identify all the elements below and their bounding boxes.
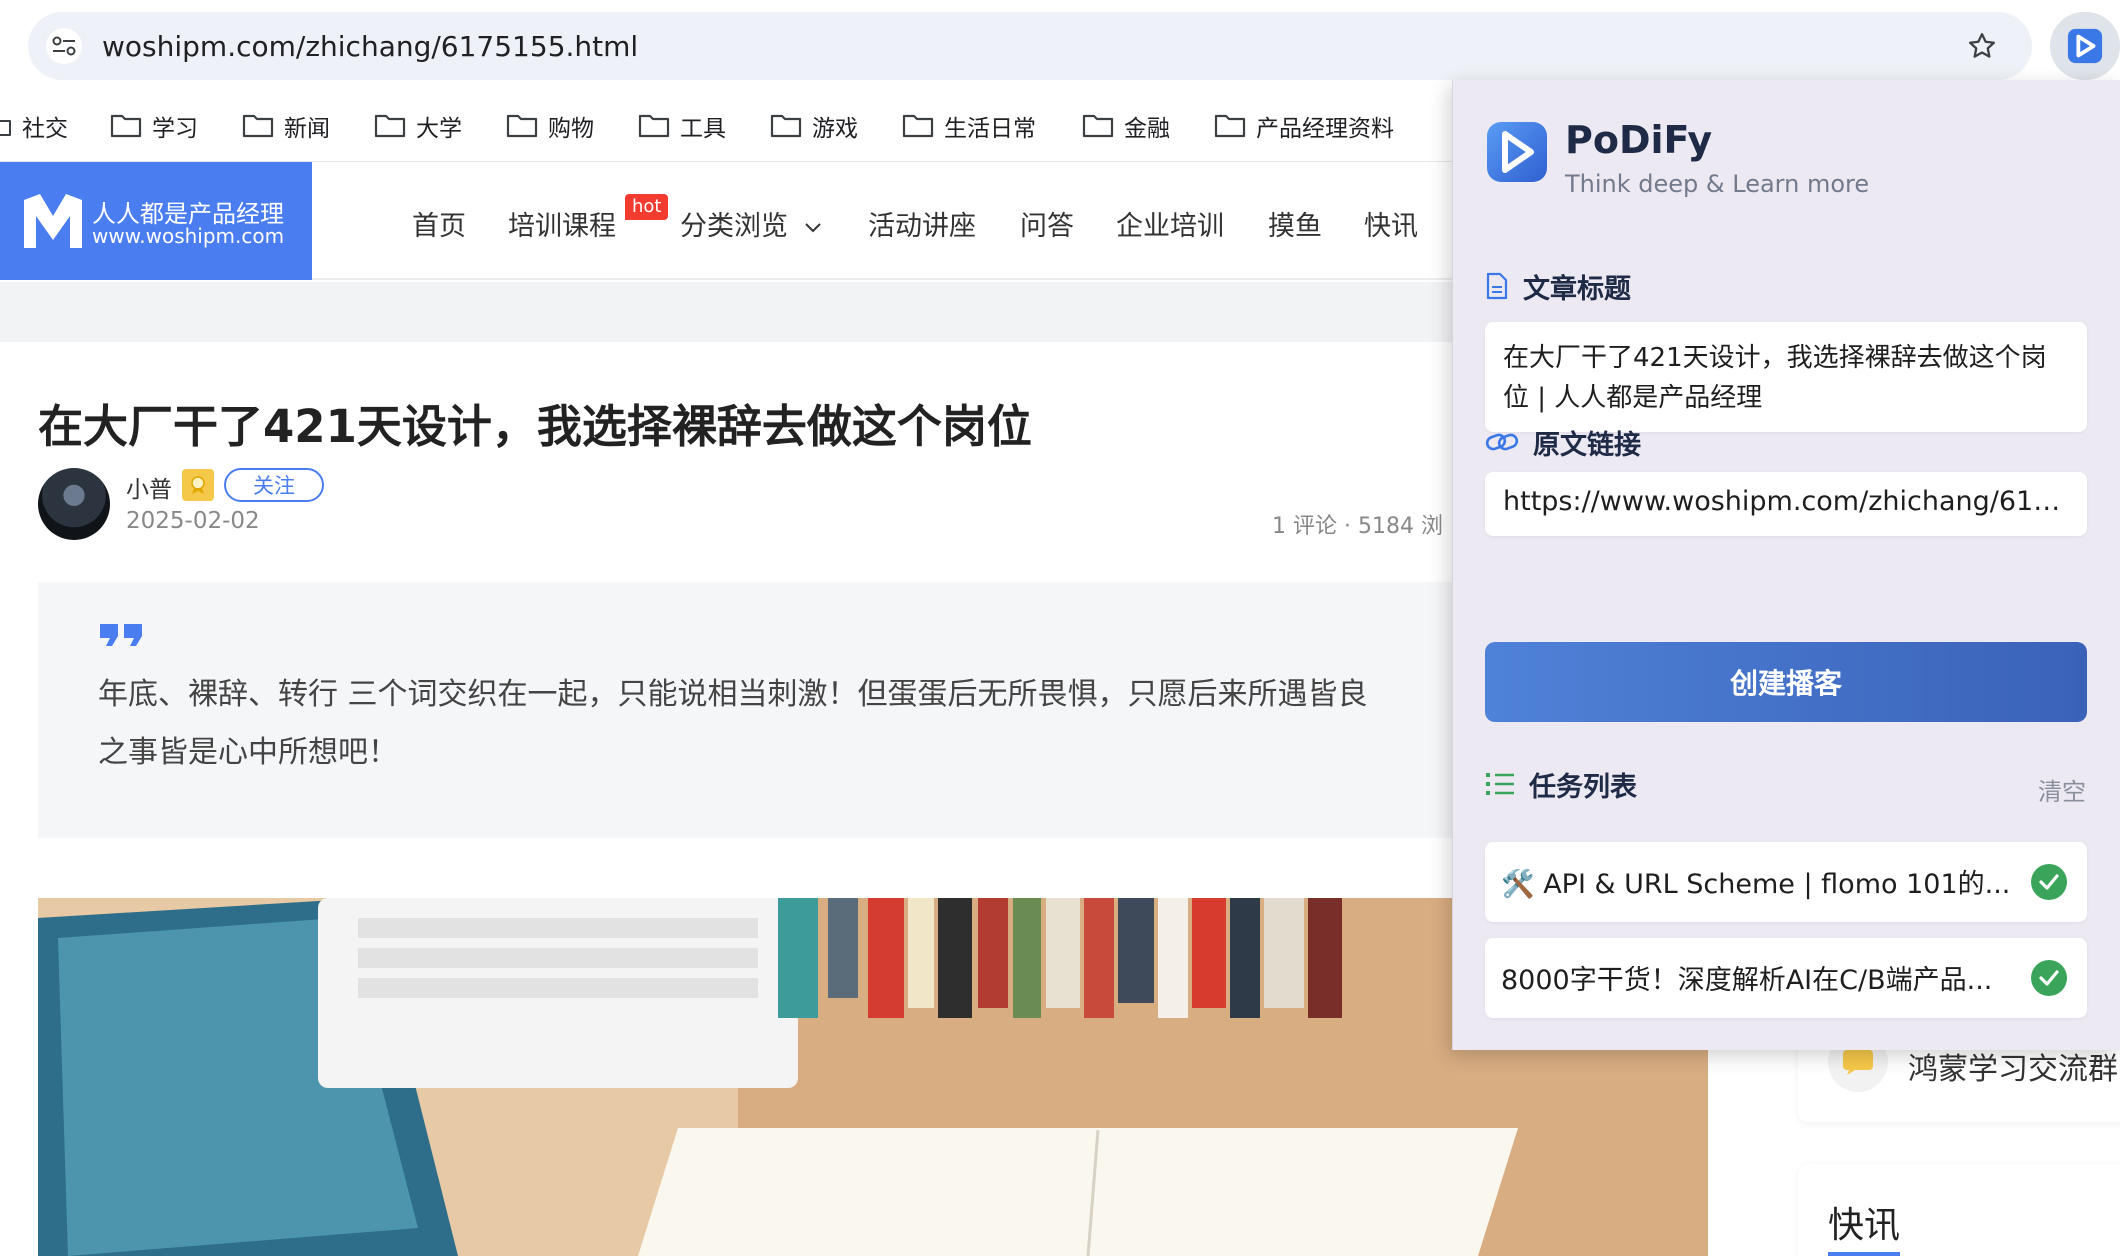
site-logo[interactable]: 人人都是产品经理 www.woshipm.com	[0, 162, 312, 280]
woshipm-logo-icon	[24, 194, 82, 248]
author-avatar[interactable]	[38, 468, 110, 540]
sidebar-news-underline	[1828, 1252, 1900, 1256]
article-date: 2025-02-02	[126, 508, 260, 534]
nav-categories[interactable]: 分类浏览	[680, 204, 823, 243]
folder-icon	[1214, 114, 1246, 138]
summary-text: 年底、裸辞、转行 三个词交织在一起，只能说相当刺激！但蛋蛋后无所畏惧，只愿后来所…	[98, 677, 1368, 770]
author-name[interactable]: 小普	[126, 470, 172, 504]
nav-qa[interactable]: 问答	[1020, 204, 1074, 243]
bookmark-label: 新闻	[284, 116, 330, 142]
folder-icon	[110, 114, 142, 138]
bookmark-label: 生活日常	[944, 116, 1036, 142]
nav-courses[interactable]: 培训课程	[508, 204, 616, 243]
list-icon	[1486, 773, 1514, 795]
nav-news-flash[interactable]: 快讯	[1364, 204, 1418, 243]
task-item-label: 8000字干货！深度解析AI在C/B端产品...	[1501, 965, 1993, 996]
bookmark-folder-social[interactable]: 社交	[0, 104, 68, 148]
address-bar[interactable]: woshipm.com/zhichang/6175155.html	[28, 12, 2032, 80]
check-icon	[2031, 864, 2067, 900]
section-task-list: 任务列表	[1485, 764, 1637, 804]
sidebar-news-heading: 快讯	[1828, 1205, 1901, 1246]
podify-logo-icon	[1487, 122, 1547, 182]
podify-popup: PoDiFy Think deep & Learn more 文章标题 在大厂干…	[1452, 80, 2120, 1050]
task-item[interactable]: 🛠️ API & URL Scheme | flomo 101的...	[1485, 842, 2087, 922]
bookmark-folder-shopping[interactable]: 购物	[506, 104, 594, 148]
folder-icon	[506, 114, 538, 138]
article-stats: 1 评论 · 5184 浏	[1272, 514, 1443, 539]
task-item-label: 🛠️ API & URL Scheme | flomo 101的...	[1501, 869, 2011, 900]
podify-name: PoDiFy	[1565, 118, 1713, 162]
bookmark-star-icon[interactable]	[1962, 26, 2002, 66]
bookmark-folder-study[interactable]: 学习	[110, 104, 198, 148]
bookmark-label: 学习	[152, 116, 198, 142]
author-medal-icon	[182, 469, 214, 501]
bookmark-folder-pm-resources[interactable]: 产品经理资料	[1214, 104, 1394, 148]
bookmark-folder-university[interactable]: 大学	[374, 104, 462, 148]
sidebar-group-label: 鸿蒙学习交流群	[1908, 1052, 2118, 1087]
nav-categories-label: 分类浏览	[680, 211, 788, 242]
nav-home[interactable]: 首页	[412, 204, 466, 243]
browser-window: woshipm.com/zhichang/6175155.html 社交 学习 …	[0, 0, 2120, 1256]
folder-icon	[770, 114, 802, 138]
bookmark-label: 社交	[22, 116, 68, 142]
nav-enterprise-training[interactable]: 企业培训	[1116, 204, 1224, 243]
bookmark-folder-daily-life[interactable]: 生活日常	[902, 104, 1036, 148]
folder-icon	[1082, 114, 1114, 138]
bookmark-folder-tools[interactable]: 工具	[638, 104, 726, 148]
sidebar-news-card: 快讯	[1798, 1164, 2120, 1256]
quote-icon	[100, 624, 142, 646]
bookmark-label: 产品经理资料	[1256, 116, 1394, 142]
bookmark-folder-news[interactable]: 新闻	[242, 104, 330, 148]
section-source-link: 原文链接	[1485, 422, 1641, 462]
check-icon	[2031, 960, 2067, 996]
bookmark-folder-games[interactable]: 游戏	[770, 104, 858, 148]
bookmark-label: 游戏	[812, 116, 858, 142]
bookmark-label: 金融	[1124, 116, 1170, 142]
section-article-title: 文章标题	[1485, 266, 1631, 306]
bookmark-label: 大学	[416, 116, 462, 142]
tune-icon[interactable]	[46, 28, 82, 64]
link-icon	[1485, 433, 1519, 451]
nav-moyu[interactable]: 摸鱼	[1268, 204, 1322, 243]
follow-button[interactable]: 关注	[224, 468, 324, 502]
folder-icon	[374, 114, 406, 138]
logo-domain: www.woshipm.com	[92, 224, 285, 248]
section-task-list-label: 任务列表	[1529, 771, 1637, 803]
section-source-link-label: 原文链接	[1533, 429, 1641, 461]
folder-icon	[638, 114, 670, 138]
bookmark-folder-finance[interactable]: 金融	[1082, 104, 1170, 148]
create-podcast-button[interactable]: 创建播客	[1485, 642, 2087, 722]
folder-icon	[902, 114, 934, 138]
address-url[interactable]: woshipm.com/zhichang/6175155.html	[102, 30, 638, 63]
section-article-title-label: 文章标题	[1523, 273, 1631, 305]
folder-icon	[242, 114, 274, 138]
article-title: 在大厂干了421天设计，我选择裸辞去做这个岗位	[38, 400, 1032, 453]
hot-badge: hot	[625, 194, 669, 220]
bookmark-label: 工具	[680, 116, 726, 142]
podify-extension-icon[interactable]	[2050, 12, 2120, 80]
document-icon	[1486, 272, 1508, 300]
nav-events[interactable]: 活动讲座	[868, 204, 976, 243]
source-url-value[interactable]: https://www.woshipm.com/zhichang/617...	[1503, 486, 2069, 517]
podify-tagline: Think deep & Learn more	[1565, 170, 1870, 198]
article-title-value[interactable]: 在大厂干了421天设计，我选择裸辞去做这个岗位 | 人人都是产品经理	[1503, 338, 2069, 418]
source-url-field[interactable]: https://www.woshipm.com/zhichang/617...	[1485, 472, 2087, 536]
task-item[interactable]: 8000字干货！深度解析AI在C/B端产品...	[1485, 938, 2087, 1018]
bookmark-label: 购物	[548, 116, 594, 142]
article-title-field[interactable]: 在大厂干了421天设计，我选择裸辞去做这个岗位 | 人人都是产品经理	[1485, 322, 2087, 432]
clear-tasks-button[interactable]: 清空	[2038, 772, 2086, 807]
chevron-down-icon	[804, 223, 821, 233]
